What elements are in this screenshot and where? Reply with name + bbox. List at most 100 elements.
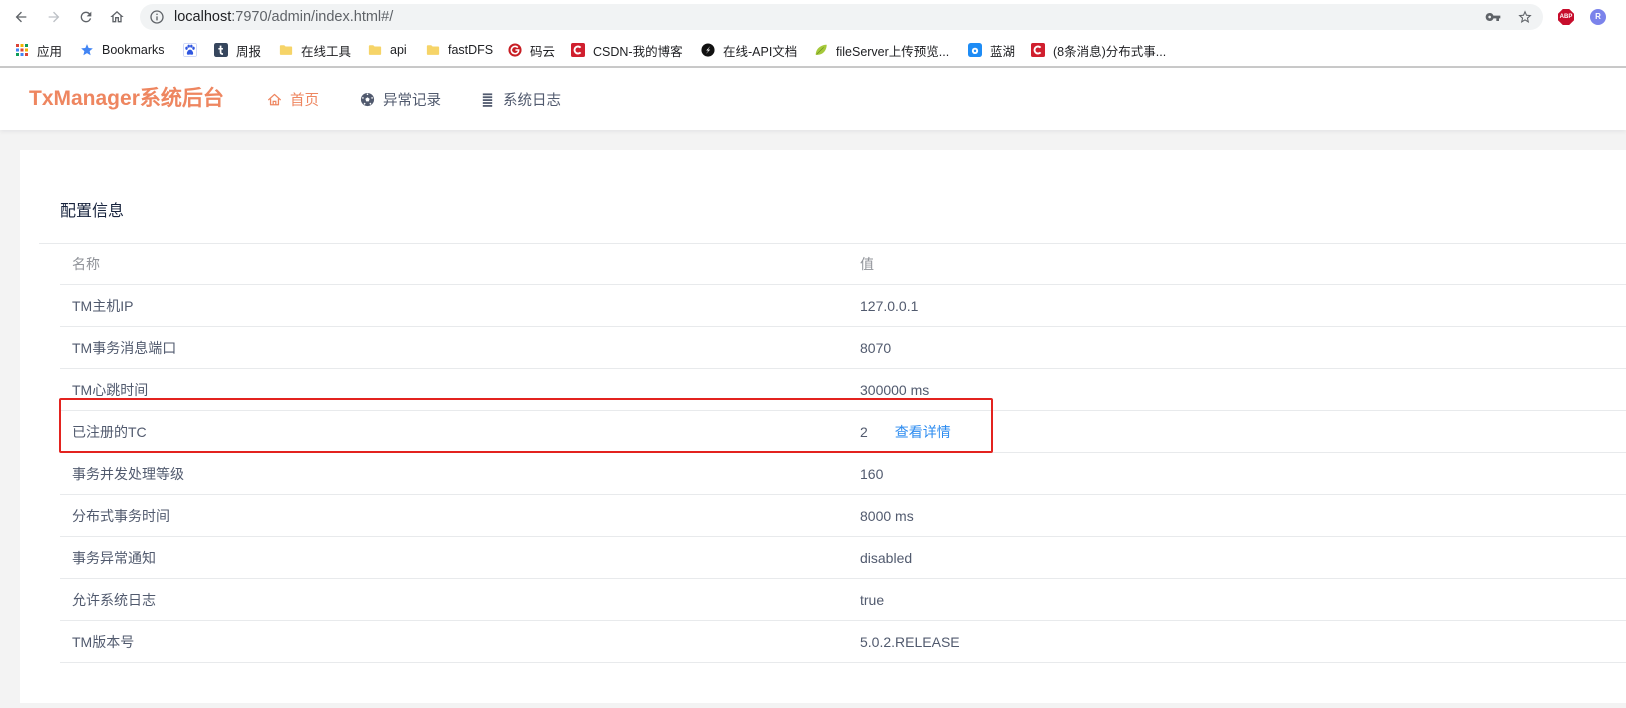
bookmark-folder-fastdfs[interactable]: fastDFS (426, 42, 493, 58)
csdn-icon (571, 43, 585, 57)
bookmark-bookmarks[interactable]: Bookmarks (80, 42, 165, 58)
config-name: 事务异常通知 (72, 549, 156, 566)
bookmark-label: CSDN-我的博客 (593, 44, 683, 59)
bookmark-csdn-article[interactable]: (8条消息)分布式事... (1031, 42, 1167, 59)
bookmark-weekly[interactable]: 周报 (214, 42, 262, 59)
bookmark-gitee[interactable]: 码云 (508, 42, 555, 59)
lanhu-icon (968, 43, 982, 57)
config-value: 8000 ms (860, 507, 914, 524)
address-bar[interactable]: localhost:7970/admin/index.html#/ (140, 4, 1543, 30)
browser-toolbar: localhost:7970/admin/index.html#/ ABP R (0, 0, 1626, 34)
back-button[interactable] (13, 9, 29, 25)
info-icon (150, 10, 164, 24)
nav-label: 首页 (290, 92, 319, 109)
config-value: 2 (860, 423, 868, 440)
config-value-cell: 2 查看详情 (848, 422, 1626, 442)
config-value: 300000 ms (860, 381, 930, 398)
star-outline-icon (1518, 10, 1532, 23)
bookmark-label: 在线工具 (301, 44, 352, 59)
config-name: 允许系统日志 (72, 591, 156, 608)
url-path: :7970/admin/index.html#/ (231, 9, 394, 25)
config-table: 名称 值 TM主机IP 127.0.0.1 TM事务消息端口 8070 TM心跳… (60, 243, 1626, 663)
config-name: TM版本号 (72, 633, 135, 650)
table-row: TM版本号 5.0.2.RELEASE (60, 621, 1626, 663)
table-row: 已注册的TC 2 查看详情 (60, 411, 1626, 453)
home-outline-icon (267, 92, 282, 107)
home-button[interactable] (109, 9, 125, 25)
bookmark-label: Bookmarks (102, 43, 165, 57)
url-text[interactable]: localhost:7970/admin/index.html#/ (174, 4, 393, 30)
nav-exception-records[interactable]: 异常记录 (360, 68, 441, 130)
config-value: 5.0.2.RELEASE (860, 633, 960, 650)
forward-button[interactable] (46, 9, 62, 25)
bookmark-page-button[interactable] (1517, 9, 1533, 25)
config-value: disabled (860, 549, 913, 566)
key-icon (1485, 13, 1501, 21)
passwords-button[interactable] (1485, 9, 1501, 25)
table-header-row: 名称 值 (60, 243, 1626, 285)
bookmark-folder-api[interactable]: api (368, 42, 407, 58)
bookmarks-bar: 应用 Bookmarks 周报 在线工具 api fastDFS 码云 CSDN… (0, 34, 1626, 66)
column-header-name: 名称 (72, 255, 100, 272)
bookmark-label: 周报 (236, 44, 262, 59)
nav-label: 系统日志 (503, 92, 561, 109)
table-row: TM主机IP 127.0.0.1 (60, 285, 1626, 327)
bookmark-lanhu[interactable]: 蓝湖 (968, 42, 1016, 59)
config-value: 160 (860, 465, 884, 482)
column-header-value: 值 (860, 255, 874, 272)
folder-icon (426, 43, 440, 57)
leaf-icon (814, 43, 828, 57)
folder-icon (368, 43, 382, 57)
bookmark-label: fastDFS (448, 43, 494, 57)
nav-label: 异常记录 (383, 92, 441, 109)
bookmark-folder-online-tools[interactable]: 在线工具 (279, 42, 352, 59)
nav-system-logs[interactable]: 系统日志 (480, 68, 561, 130)
bookmark-label: api (390, 43, 407, 57)
table-row: TM事务消息端口 8070 (60, 327, 1626, 369)
config-name: 分布式事务时间 (72, 507, 170, 524)
reload-button[interactable] (78, 9, 94, 25)
config-card: 配置信息 名称 值 TM主机IP 127.0.0.1 TM事务消息端口 8070… (20, 150, 1626, 703)
bookmark-fileserver[interactable]: fileServer上传预览... (814, 42, 950, 59)
table-row: 事务并发处理等级 160 (60, 453, 1626, 495)
home-icon (110, 11, 124, 23)
nav-home[interactable]: 首页 (267, 68, 319, 130)
table-row: 分布式事务时间 8000 ms (60, 495, 1626, 537)
config-value: 127.0.0.1 (860, 297, 919, 314)
baidu-paw-icon (183, 43, 197, 57)
config-name: TM事务消息端口 (72, 339, 177, 356)
folder-icon (279, 43, 293, 57)
gitee-icon (508, 43, 522, 57)
bookmark-baidu[interactable] (183, 42, 205, 58)
adblock-plus-icon[interactable]: ABP (1558, 9, 1574, 25)
api-doc-icon (701, 43, 715, 57)
url-host: localhost (174, 9, 232, 25)
config-name: TM心跳时间 (72, 381, 149, 398)
bookmark-apps[interactable]: 应用 (15, 42, 63, 59)
config-name: TM主机IP (72, 297, 134, 314)
app-header: TxManager系统后台 首页 异常记录 系统日志 (0, 68, 1626, 130)
config-value: true (860, 591, 885, 608)
tumblr-icon (214, 43, 228, 57)
config-name: 事务并发处理等级 (72, 465, 184, 482)
site-info-button[interactable] (149, 9, 165, 25)
bookmark-api-docs[interactable]: 在线-API文档 (701, 42, 798, 59)
star-icon (80, 43, 94, 57)
r-extension-icon[interactable]: R (1590, 9, 1606, 25)
bookmark-csdn-blog[interactable]: CSDN-我的博客 (571, 42, 683, 59)
bookmark-label: 应用 (37, 44, 63, 59)
arrow-forward-icon (48, 11, 60, 23)
reload-icon (80, 11, 92, 23)
csdn-icon (1031, 43, 1045, 57)
view-details-link[interactable]: 查看详情 (895, 424, 951, 440)
app-logo: TxManager系统后台 (29, 87, 224, 110)
table-row: 事务异常通知 disabled (60, 537, 1626, 579)
config-value: 8070 (860, 339, 892, 356)
config-name: 已注册的TC (72, 423, 147, 440)
exception-icon (360, 92, 375, 107)
bookmark-label: 蓝湖 (990, 44, 1016, 59)
bookmark-label: 在线-API文档 (723, 44, 798, 59)
table-row: TM心跳时间 300000 ms (60, 369, 1626, 411)
bookmark-label: fileServer上传预览... (836, 44, 950, 59)
bookmark-label: (8条消息)分布式事... (1053, 44, 1167, 59)
